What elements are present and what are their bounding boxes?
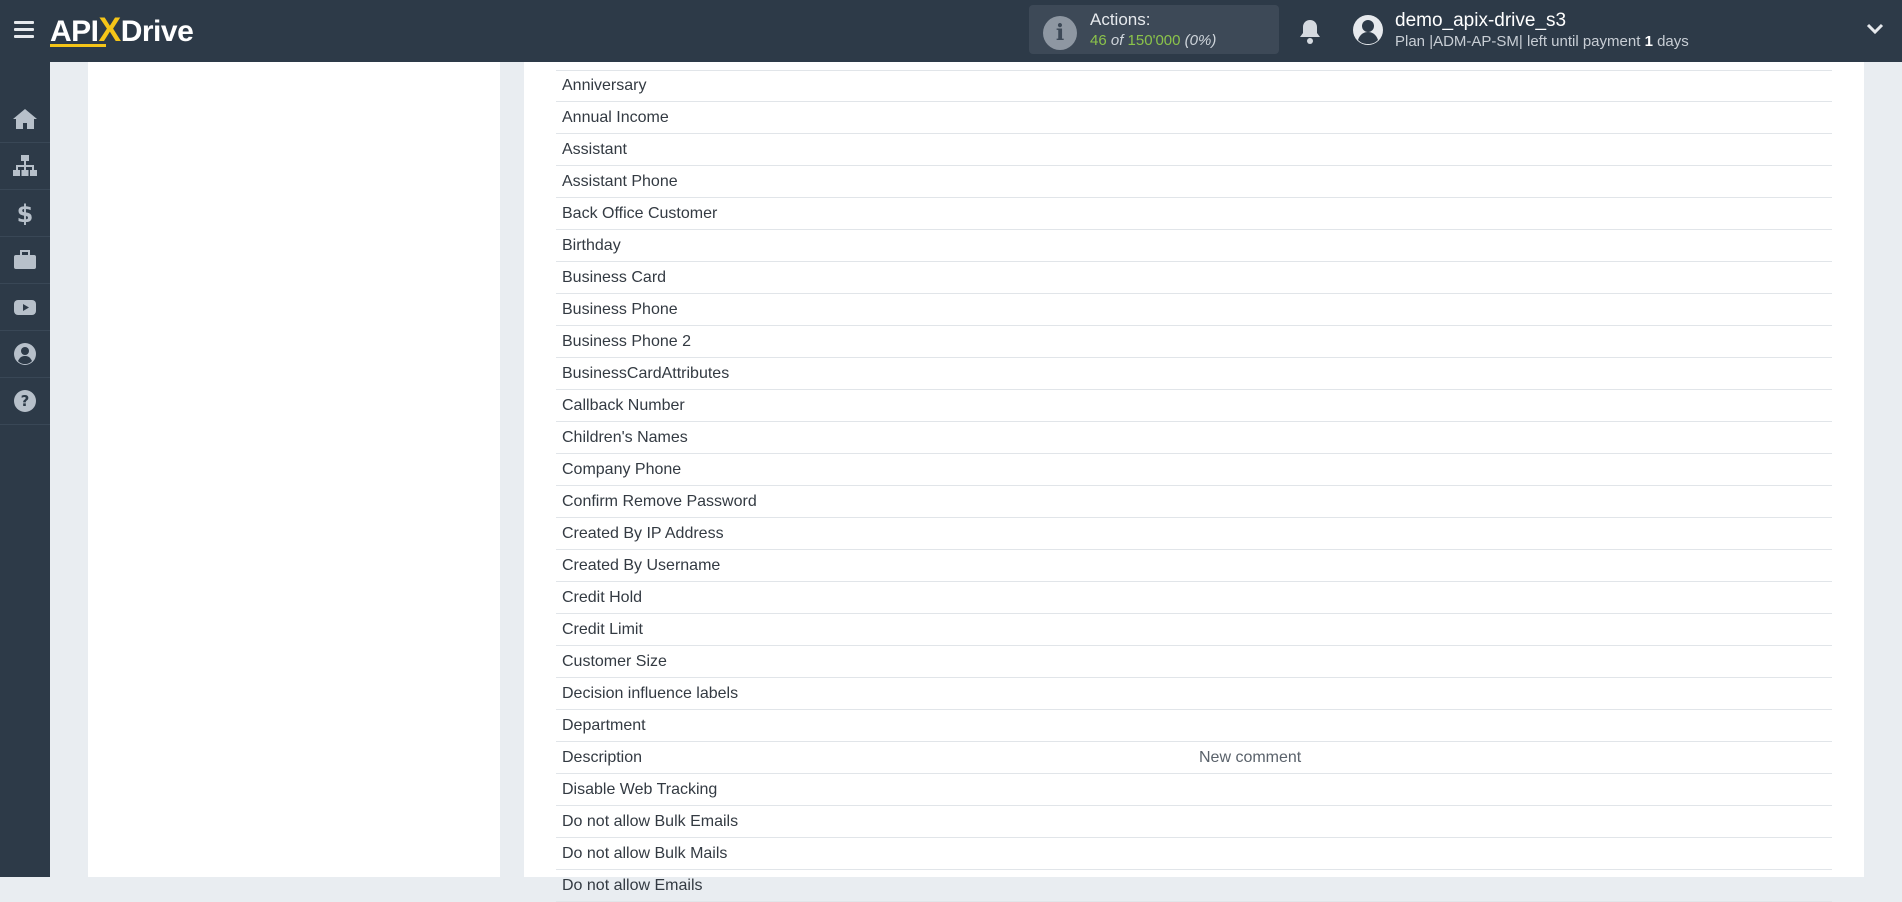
- fields-table: Anniversary Annual Income Assistant Assista…: [556, 70, 1832, 902]
- table-row[interactable]: Business Card: [556, 262, 1832, 294]
- table-row[interactable]: Callback Number: [556, 390, 1832, 422]
- actions-total: 150'000: [1127, 32, 1181, 49]
- table-row[interactable]: Assistant Phone: [556, 166, 1832, 198]
- table-row[interactable]: Credit Hold: [556, 582, 1832, 614]
- table-row[interactable]: Birthday: [556, 230, 1832, 262]
- field-name: Created By IP Address: [562, 525, 724, 542]
- field-name: Description: [562, 749, 643, 766]
- field-name: Do not allow Emails: [562, 877, 703, 894]
- sidebar-item-account[interactable]: [0, 331, 50, 378]
- field-name: Do not allow Bulk Emails: [562, 813, 739, 830]
- youtube-icon: [14, 300, 36, 315]
- field-value: New comment: [1199, 749, 1302, 766]
- table-row[interactable]: BusinessCardAttributes: [556, 358, 1832, 390]
- bell-icon[interactable]: [1298, 18, 1322, 44]
- table-row[interactable]: Department: [556, 710, 1832, 742]
- table-row[interactable]: Do not allow Emails: [556, 870, 1832, 902]
- field-name: Do not allow Bulk Mails: [562, 845, 728, 862]
- sitemap-icon: [13, 155, 37, 176]
- actions-counter: i Actions: 46 of 150'000 (0%): [1029, 5, 1279, 54]
- svg-text:$: $: [17, 201, 34, 225]
- field-name: Assistant Phone: [562, 173, 678, 190]
- table-row[interactable]: Credit Limit: [556, 614, 1832, 646]
- plan-days-suffix: days: [1657, 33, 1689, 50]
- left-panel: [88, 62, 500, 877]
- field-name: Back Office Customer: [562, 205, 718, 222]
- user-plan: Plan |ADM-AP-SM| left until payment 1 da…: [1395, 33, 1689, 50]
- plan-days-count: 1: [1644, 33, 1653, 50]
- field-name: Company Phone: [562, 461, 682, 478]
- table-row[interactable]: Disable Web Tracking: [556, 774, 1832, 806]
- table-row[interactable]: Business Phone 2: [556, 326, 1832, 358]
- home-icon: [13, 109, 37, 129]
- sidebar-item-videos[interactable]: [0, 284, 50, 331]
- field-name: Credit Limit: [562, 621, 643, 638]
- top-bar: APIXDrive i Actions: 46 of 150'000 (0%) …: [0, 0, 1902, 62]
- sidebar-item-billing[interactable]: $: [0, 190, 50, 237]
- actions-label: Actions:: [1090, 10, 1151, 29]
- table-row[interactable]: Created By Username: [556, 550, 1832, 582]
- table-row[interactable]: Do not allow Bulk Emails: [556, 806, 1832, 838]
- actions-used: 46: [1090, 32, 1107, 49]
- table-row[interactable]: Do not allow Bulk Mails: [556, 838, 1832, 870]
- field-name: Customer Size: [562, 653, 667, 670]
- table-row[interactable]: Business Phone: [556, 294, 1832, 326]
- table-row[interactable]: Company Phone: [556, 454, 1832, 486]
- actions-percent: (0%): [1184, 32, 1217, 49]
- user-name[interactable]: demo_apix-drive_s3: [1395, 10, 1566, 32]
- table-row[interactable]: Created By IP Address: [556, 518, 1832, 550]
- field-name: Confirm Remove Password: [562, 493, 757, 510]
- question-circle-icon: ?: [14, 390, 36, 412]
- actions-count: 46 of 150'000 (0%): [1090, 32, 1216, 49]
- field-name: Business Phone 2: [562, 333, 691, 350]
- user-circle-icon: [14, 343, 36, 365]
- field-name: Created By Username: [562, 557, 721, 574]
- table-row[interactable]: Annual Income: [556, 102, 1832, 134]
- dollar-icon: $: [17, 201, 34, 225]
- table-row[interactable]: Customer Size: [556, 646, 1832, 678]
- table-row[interactable]: Children's Names: [556, 422, 1832, 454]
- plan-text: Plan |ADM-AP-SM| left until payment: [1395, 33, 1641, 50]
- table-row[interactable]: Decision influence labels: [556, 678, 1832, 710]
- table-row[interactable]: Assistant: [556, 134, 1832, 166]
- table-row[interactable]: Confirm Remove Password: [556, 486, 1832, 518]
- field-name: Decision influence labels: [562, 685, 739, 702]
- sidebar: $ ?: [0, 62, 50, 877]
- chevron-down-icon[interactable]: [1866, 22, 1884, 36]
- field-name: BusinessCardAttributes: [562, 365, 730, 382]
- field-name: Callback Number: [562, 397, 685, 414]
- sidebar-item-connections[interactable]: [0, 143, 50, 190]
- field-name: Birthday: [562, 237, 621, 254]
- field-name: Anniversary: [562, 77, 647, 94]
- sidebar-item-tools[interactable]: [0, 237, 50, 284]
- menu-icon[interactable]: [14, 21, 34, 39]
- field-name: Disable Web Tracking: [562, 781, 718, 798]
- table-row[interactable]: Back Office Customer: [556, 198, 1832, 230]
- table-row[interactable]: Anniversary: [556, 70, 1832, 102]
- svg-text:?: ?: [21, 392, 30, 410]
- sidebar-item-home[interactable]: [0, 96, 50, 143]
- field-name: Assistant: [562, 141, 627, 158]
- apix-drive-logo[interactable]: APIXDrive: [50, 12, 194, 48]
- logo-underline: [50, 44, 106, 47]
- field-name: Business Phone: [562, 301, 678, 318]
- briefcase-icon: [14, 250, 36, 269]
- table-row[interactable]: Description New comment: [556, 742, 1832, 774]
- field-name: Credit Hold: [562, 589, 643, 606]
- field-name: Department: [562, 717, 646, 734]
- sidebar-item-help[interactable]: ?: [0, 378, 50, 425]
- field-name: Children's Names: [562, 429, 688, 446]
- field-name: Annual Income: [562, 109, 669, 126]
- info-icon: i: [1043, 16, 1077, 50]
- user-avatar-icon[interactable]: [1352, 14, 1384, 46]
- field-name: Business Card: [562, 269, 667, 286]
- actions-of: of: [1110, 32, 1124, 49]
